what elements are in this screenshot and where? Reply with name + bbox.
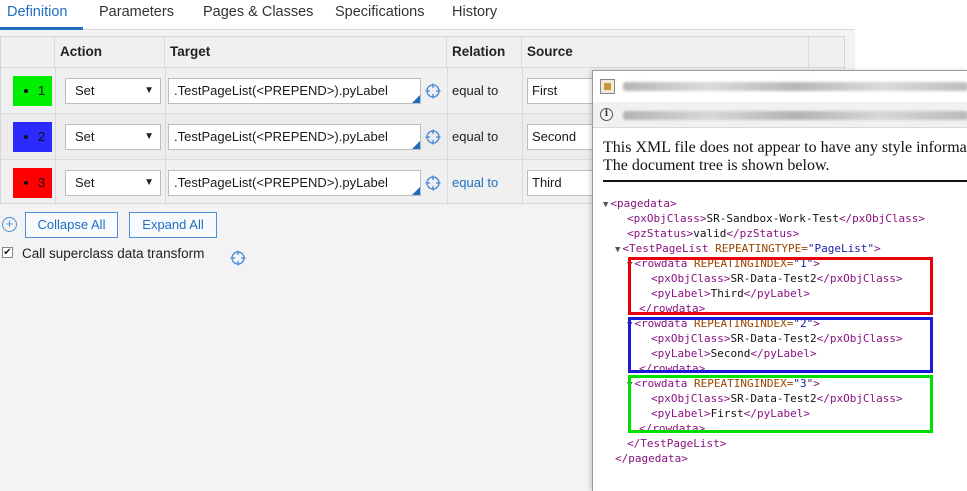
xml-line[interactable]: ▼ <pagedata>: [603, 196, 677, 211]
property-picker-icon[interactable]: [425, 129, 441, 145]
action-select[interactable]: Set ▼: [65, 170, 161, 196]
superclass-checkbox[interactable]: ✔: [2, 247, 13, 258]
autocomplete-corner-icon: [412, 95, 420, 103]
tab-definition[interactable]: Definition: [7, 4, 67, 20]
autocomplete-corner-icon: [412, 141, 420, 149]
action-select[interactable]: Set ▼: [65, 78, 161, 104]
target-input[interactable]: .TestPageList(<PREPEND>).pyLabel: [168, 78, 421, 104]
window-titlebar[interactable]: [593, 71, 967, 102]
superclass-label: Call superclass data transform: [22, 246, 205, 261]
tab-parameters[interactable]: Parameters: [99, 4, 174, 20]
add-row-icon[interactable]: +: [2, 217, 17, 232]
relation-link[interactable]: equal to: [452, 175, 498, 190]
target-input[interactable]: .TestPageList(<PREPEND>).pyLabel: [168, 124, 421, 150]
superclass-option: ✔ Call superclass data transform: [0, 243, 300, 267]
no-style-message: This XML file does not appear to have an…: [603, 139, 967, 174]
highlight-box-green: [628, 375, 933, 433]
bullet-icon: [24, 89, 28, 93]
step-number[interactable]: 2: [13, 122, 52, 152]
active-tab-indicator: [0, 27, 83, 30]
blurred-url: [623, 111, 967, 120]
tab-specifications[interactable]: Specifications: [335, 4, 424, 20]
xml-line: </TestPageList>: [627, 437, 727, 450]
tab-history[interactable]: History: [452, 4, 497, 20]
header-actions-col: [809, 37, 846, 67]
header-step: [1, 37, 55, 67]
header-relation: Relation: [447, 37, 522, 67]
xml-line[interactable]: ▼ <TestPageList REPEATINGTYPE="PageList">: [615, 241, 881, 256]
highlight-box-red: [628, 257, 933, 315]
blurred-window-title: [623, 82, 967, 91]
divider: [603, 180, 967, 182]
xml-line: </pagedata>: [615, 452, 688, 465]
info-icon[interactable]: i: [600, 108, 613, 121]
property-picker-icon[interactable]: [425, 83, 441, 99]
collapse-triangle-icon[interactable]: ▼: [615, 245, 620, 255]
highlight-box-blue: [628, 317, 933, 373]
target-input[interactable]: .TestPageList(<PREPEND>).pyLabel: [168, 170, 421, 196]
step-number[interactable]: 3: [13, 168, 52, 198]
address-bar[interactable]: i: [593, 102, 967, 128]
header-source: Source: [522, 37, 809, 67]
superclass-picker-icon[interactable]: [230, 250, 246, 266]
action-select[interactable]: Set ▼: [65, 124, 161, 150]
tab-pages-and-classes[interactable]: Pages & Classes: [203, 4, 313, 20]
xml-line: <pxObjClass>SR-Sandbox-Work-Test</pxObjC…: [627, 212, 926, 225]
autocomplete-corner-icon: [412, 187, 420, 195]
expand-all-button[interactable]: Expand All: [129, 212, 217, 238]
grid-toolbar: + Collapse All Expand All: [0, 210, 300, 240]
dropdown-arrow-icon: ▼: [144, 177, 154, 188]
relation-text: equal to: [452, 83, 499, 98]
bullet-icon: [24, 181, 28, 185]
page-favicon-icon: [600, 79, 615, 94]
collapse-triangle-icon[interactable]: ▼: [603, 200, 608, 210]
header-action: Action: [55, 37, 165, 67]
bullet-icon: [24, 135, 28, 139]
step-number[interactable]: 1: [13, 76, 52, 106]
relation-text: equal to: [452, 129, 499, 144]
xml-line: <pzStatus>valid</pzStatus>: [627, 227, 800, 240]
dropdown-arrow-icon: ▼: [144, 131, 154, 142]
header-target: Target: [165, 37, 447, 67]
collapse-all-button[interactable]: Collapse All: [25, 212, 118, 238]
property-picker-icon[interactable]: [425, 175, 441, 191]
tab-bar: Definition Parameters Pages & Classes Sp…: [0, 0, 855, 30]
xml-viewer-window: i This XML file does not appear to have …: [592, 70, 967, 491]
dropdown-arrow-icon: ▼: [144, 85, 154, 96]
